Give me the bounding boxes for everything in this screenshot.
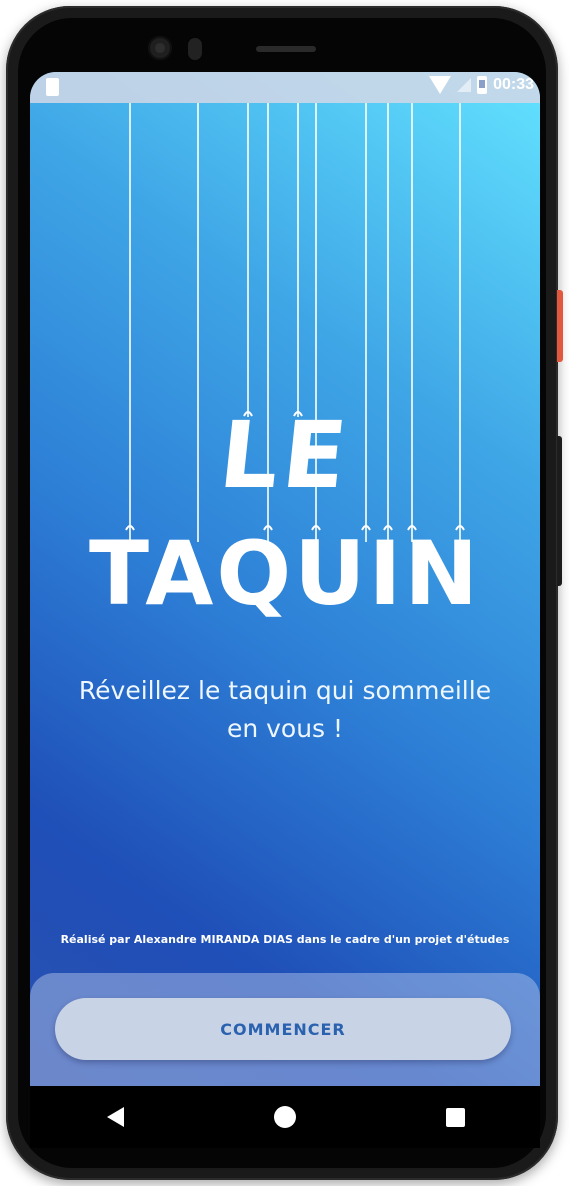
back-icon (106, 1107, 124, 1127)
volume-button (557, 436, 562, 586)
earpiece-speaker (256, 46, 316, 52)
credit-text: Réalisé par Alexandre MIRANDA DIAS dans … (60, 933, 510, 946)
app-screen: 00:33 LE TAQUIN Réveillez le taquin qui … (30, 72, 540, 1086)
nav-home-button[interactable] (255, 1092, 315, 1142)
start-button[interactable]: COMMENCER (55, 998, 511, 1060)
power-button (557, 290, 563, 362)
tagline: Réveillez le taquin qui sommeille en vou… (78, 676, 492, 743)
logo-title-line1: LE (214, 402, 356, 509)
navigation-bar (30, 1086, 540, 1148)
home-icon (274, 1106, 296, 1128)
recents-icon (445, 1107, 465, 1127)
nav-back-button[interactable] (85, 1092, 145, 1142)
logo-title-line2: TAQUIN (89, 522, 481, 625)
front-camera (148, 36, 172, 60)
nav-recents-button[interactable] (425, 1092, 485, 1142)
proximity-sensor (188, 38, 202, 60)
